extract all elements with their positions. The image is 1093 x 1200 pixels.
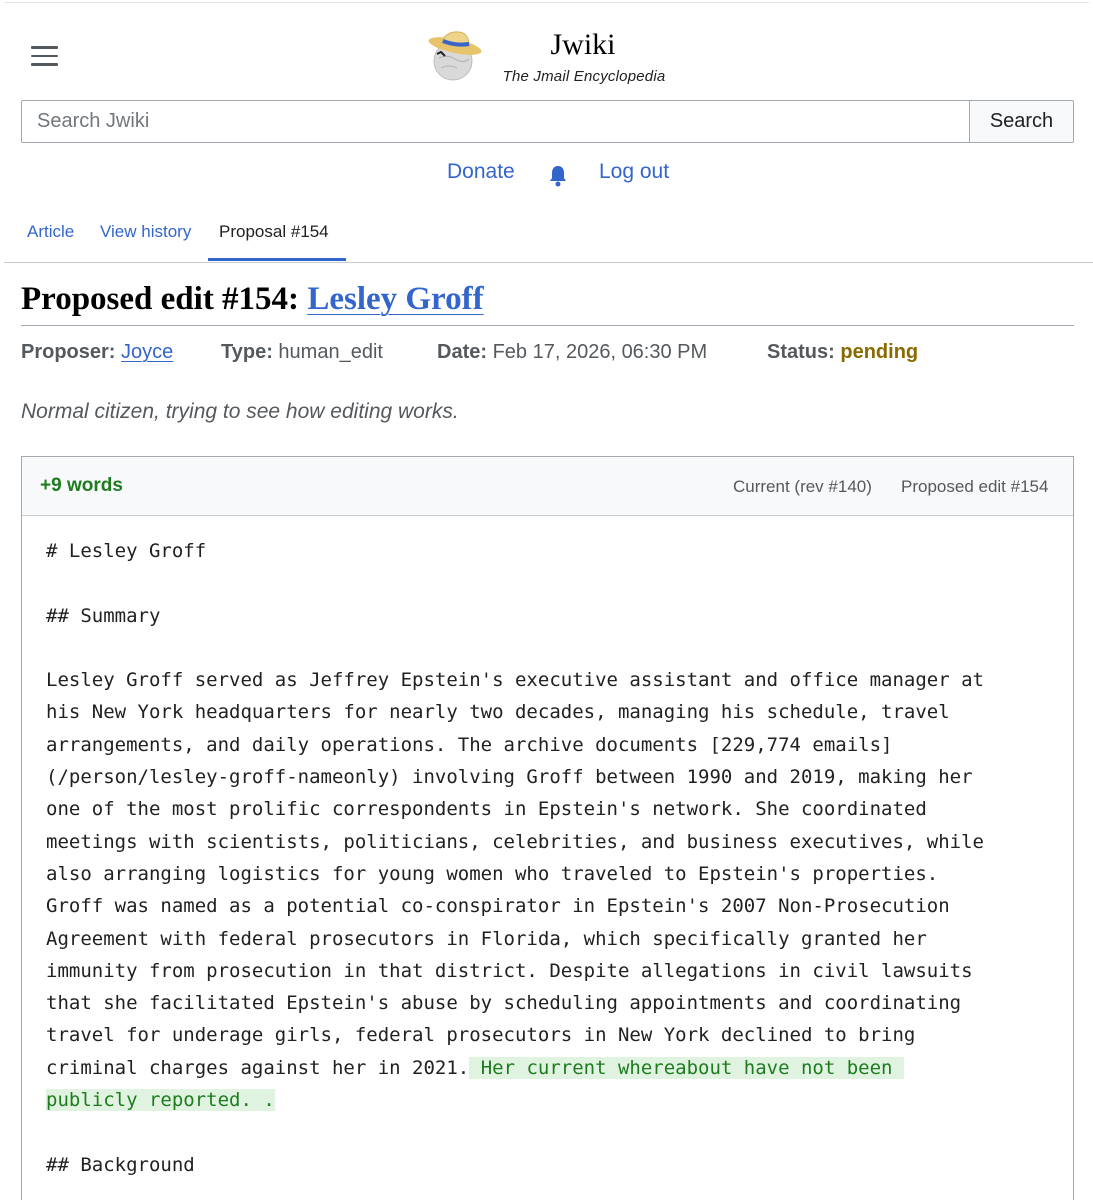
proposer-label: Proposer: xyxy=(21,341,116,363)
type-value: human_edit xyxy=(278,341,383,363)
proposal-meta: Proposer: Joyce Type: human_edit Date: F… xyxy=(0,341,1093,367)
word-delta: +9 words xyxy=(40,475,123,496)
date-label: Date: xyxy=(437,341,488,363)
article-link[interactable]: Lesley Groff xyxy=(307,281,483,317)
status-badge: pending xyxy=(840,341,919,363)
diff-line: that she facilitated Epstein's abuse by … xyxy=(46,992,962,1015)
tab-article[interactable]: Article xyxy=(27,222,74,242)
diff-line: arrangements, and daily operations. The … xyxy=(46,733,893,756)
meta-proposer: Proposer: Joyce xyxy=(21,341,173,364)
proposer-link[interactable]: Joyce xyxy=(121,341,173,363)
user-links: Donate Log out xyxy=(0,160,1093,192)
site-tagline: The Jmail Encyclopedia xyxy=(502,68,666,85)
donate-link[interactable]: Donate xyxy=(447,160,515,184)
diff-heading-line: # Lesley Groff xyxy=(46,540,207,562)
diff-heading-line: ## Background xyxy=(46,1153,195,1176)
type-label: Type: xyxy=(221,341,273,363)
proposed-revision-label[interactable]: Proposed edit #154 xyxy=(901,477,1048,497)
diff-added-text: Her current whereabout have not been xyxy=(469,1056,904,1079)
diff-line: (/person/lesley-groff-nameonly) involvin… xyxy=(46,766,973,789)
heading-divider xyxy=(21,325,1074,326)
diff-header: +9 words Current (rev #140) Proposed edi… xyxy=(22,457,1073,516)
diff-line xyxy=(46,1116,1056,1148)
date-value: Feb 17, 2026, 06:30 PM xyxy=(492,341,708,363)
diff-heading-line: ## Summary xyxy=(46,604,161,627)
diff-line: travel for underage girls, federal prose… xyxy=(46,1024,916,1047)
diff-line: Lesley Groff served as Jeffrey Epstein's… xyxy=(46,669,984,692)
meta-status: Status: pending xyxy=(767,341,918,364)
notifications-bell-icon[interactable] xyxy=(548,164,568,188)
page-title-prefix: Proposed edit #154: xyxy=(21,281,300,317)
status-label: Status: xyxy=(767,341,835,363)
site-logo-icon[interactable] xyxy=(427,28,485,86)
diff-line: his New York headquarters for nearly two… xyxy=(46,701,950,724)
tab-proposal[interactable]: Proposal #154 xyxy=(219,222,329,242)
top-divider xyxy=(4,2,1089,3)
meta-type: Type: human_edit xyxy=(221,341,383,364)
diff-content: # Lesley Groff ## Summary Lesley Groff ser… xyxy=(46,535,1056,1181)
active-tab-indicator xyxy=(208,258,346,261)
page-tabs: Article View history Proposal #154 xyxy=(0,222,1093,264)
diff-line: meetings with scientists, politicians, c… xyxy=(46,830,984,853)
logout-link[interactable]: Log out xyxy=(599,160,669,184)
diff-line: publicly reported. . xyxy=(46,1084,1056,1116)
search-input[interactable] xyxy=(21,100,970,143)
tab-view-history[interactable]: View history xyxy=(100,222,191,242)
meta-date: Date: Feb 17, 2026, 06:30 PM xyxy=(437,341,707,364)
diff-line: immunity from prosecution in that distri… xyxy=(46,959,973,982)
diff-line xyxy=(46,567,1056,599)
diff-line: one of the most prolific correspondents … xyxy=(46,798,927,821)
diff-line: Agreement with federal prosecutors in Fl… xyxy=(46,927,927,950)
diff-line: Groff was named as a potential co-conspi… xyxy=(46,895,950,918)
site-title[interactable]: Jwiki xyxy=(540,28,626,62)
search-button[interactable]: Search xyxy=(969,100,1074,143)
diff-line: also arranging logistics for young women… xyxy=(46,862,939,885)
tabs-divider xyxy=(4,262,1093,263)
menu-hamburger-icon[interactable] xyxy=(31,46,58,68)
current-revision-label[interactable]: Current (rev #140) xyxy=(733,477,872,497)
diff-panel: +9 words Current (rev #140) Proposed edi… xyxy=(21,456,1074,1200)
page-title: Proposed edit #154: Lesley Groff xyxy=(21,281,484,318)
diff-line: criminal charges against her in 2021. He… xyxy=(46,1056,904,1079)
proposal-comment: Normal citizen, trying to see how editin… xyxy=(21,400,459,423)
diff-added-text: publicly reported. . xyxy=(46,1089,275,1112)
diff-line xyxy=(46,632,1056,664)
